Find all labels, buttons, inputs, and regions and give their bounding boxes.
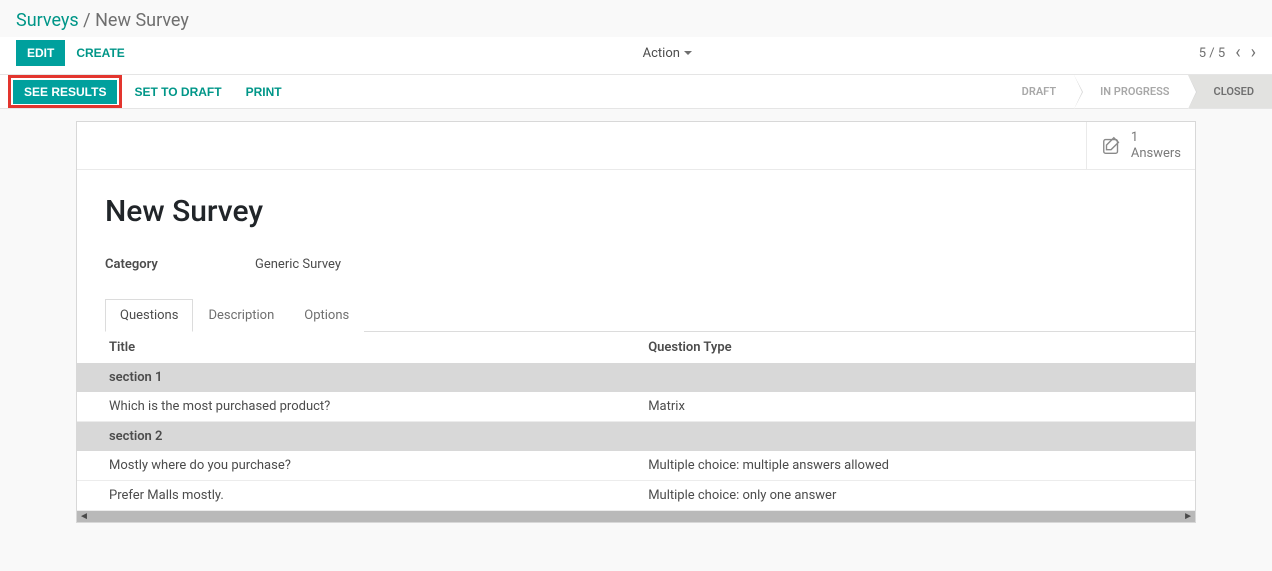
- form-sheet: 1 Answers New Survey Category Generic Su…: [76, 121, 1196, 523]
- row-type: [616, 422, 1195, 452]
- stat-row: 1 Answers: [77, 122, 1195, 170]
- question-row[interactable]: Which is the most purchased product?Matr…: [77, 392, 1195, 422]
- control-bar: EDIT CREATE Action 5 / 5 ‹ ›: [0, 37, 1272, 75]
- pager: 5 / 5 ‹ ›: [1199, 44, 1256, 62]
- col-title[interactable]: Title: [77, 332, 616, 363]
- see-results-button[interactable]: SEE RESULTS: [13, 80, 117, 104]
- answers-label: Answers: [1131, 146, 1181, 162]
- section-row[interactable]: section 2: [77, 422, 1195, 452]
- col-type[interactable]: Question Type: [616, 332, 1195, 363]
- row-type: Multiple choice: only one answer: [616, 481, 1195, 511]
- status-bar: SEE RESULTS SET TO DRAFT PRINT DRAFT IN …: [0, 75, 1272, 109]
- set-to-draft-button[interactable]: SET TO DRAFT: [122, 75, 233, 108]
- create-button[interactable]: CREATE: [65, 40, 135, 66]
- answers-stat-button[interactable]: 1 Answers: [1086, 122, 1195, 169]
- section-row[interactable]: section 1: [77, 363, 1195, 392]
- action-label: Action: [643, 46, 680, 61]
- status-stages: DRAFT IN PROGRESS CLOSED: [996, 75, 1272, 108]
- stage-closed[interactable]: CLOSED: [1188, 75, 1272, 108]
- questions-table-wrap: Title Question Type section 1Which is th…: [77, 332, 1195, 522]
- print-button[interactable]: PRINT: [234, 75, 294, 108]
- row-type: Multiple choice: multiple answers allowe…: [616, 451, 1195, 481]
- page-title: New Survey: [105, 194, 1167, 229]
- edit-button[interactable]: EDIT: [16, 40, 65, 66]
- questions-table: Title Question Type section 1Which is th…: [77, 332, 1195, 511]
- breadcrumb-root-link[interactable]: Surveys: [16, 10, 79, 31]
- row-type: [616, 363, 1195, 392]
- row-title: section 2: [77, 422, 616, 452]
- row-type: Matrix: [616, 392, 1195, 422]
- pager-next[interactable]: ›: [1251, 44, 1256, 62]
- caret-down-icon: [684, 51, 692, 55]
- question-row[interactable]: Mostly where do you purchase?Multiple ch…: [77, 451, 1195, 481]
- breadcrumb-sep: /: [79, 10, 95, 31]
- horizontal-scrollbar[interactable]: [77, 511, 1195, 522]
- action-dropdown[interactable]: Action: [643, 46, 692, 61]
- pencil-square-icon: [1101, 135, 1123, 157]
- tab-options[interactable]: Options: [289, 299, 364, 332]
- tab-description[interactable]: Description: [193, 299, 289, 332]
- answers-count: 1: [1131, 130, 1181, 146]
- breadcrumb-current: New Survey: [95, 10, 189, 31]
- stage-in-progress[interactable]: IN PROGRESS: [1074, 75, 1187, 108]
- highlight-annotation: SEE RESULTS: [8, 75, 122, 108]
- tab-questions[interactable]: Questions: [105, 299, 193, 332]
- row-title: Prefer Malls mostly.: [77, 481, 616, 511]
- row-title: Which is the most purchased product?: [77, 392, 616, 422]
- tabs: Questions Description Options: [105, 298, 1195, 332]
- question-row[interactable]: Prefer Malls mostly.Multiple choice: onl…: [77, 481, 1195, 511]
- row-title: section 1: [77, 363, 616, 392]
- stage-draft[interactable]: DRAFT: [996, 75, 1074, 108]
- category-label: Category: [105, 257, 255, 272]
- pager-prev[interactable]: ‹: [1235, 44, 1240, 62]
- row-title: Mostly where do you purchase?: [77, 451, 616, 481]
- breadcrumb: Surveys / New Survey: [0, 0, 1272, 37]
- category-value: Generic Survey: [255, 257, 341, 272]
- category-field: Category Generic Survey: [105, 257, 1167, 272]
- pager-position: 5 / 5: [1199, 46, 1225, 61]
